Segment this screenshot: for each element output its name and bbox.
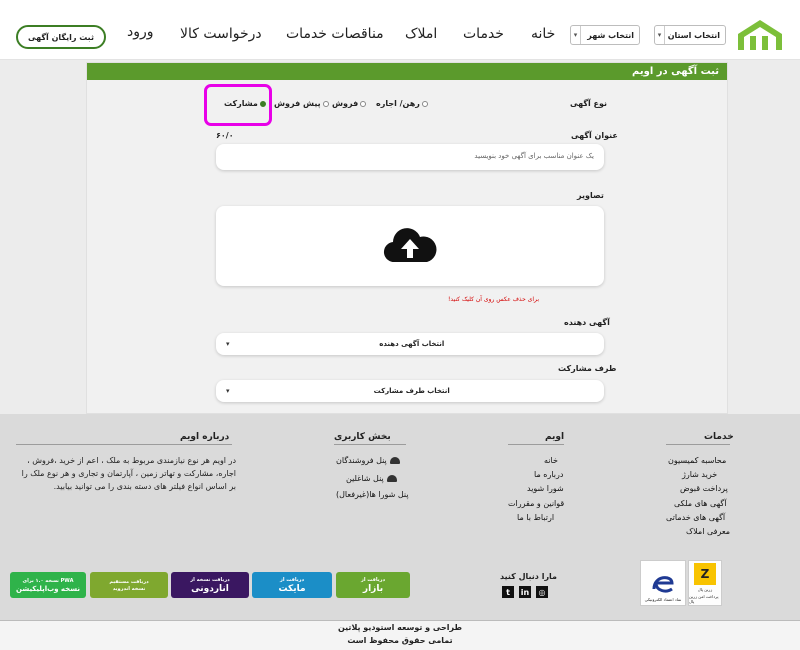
footer-link[interactable]: قوانین و مقررات <box>508 499 564 508</box>
images-label: تصاویر <box>577 191 604 200</box>
instagram-icon[interactable]: ◎ <box>536 586 548 598</box>
form-heading: ثبت آگهی در اویم <box>87 63 727 80</box>
register-ad-button[interactable]: ثبت رایگان آگهی <box>16 25 106 49</box>
title-counter: ۶۰/۰ <box>216 131 234 140</box>
cloud-upload-icon <box>383 228 437 263</box>
footer-link-workers-panel[interactable]: پنل شاغلین <box>346 474 397 483</box>
footer-link[interactable]: پرداخت قبوض <box>680 484 728 493</box>
advertiser-select[interactable]: انتخاب آگهی دهنده ▾ <box>216 333 604 355</box>
divider <box>16 444 232 445</box>
footer-link[interactable]: خرید شارژ <box>682 470 717 479</box>
owim-logo[interactable] <box>736 16 784 52</box>
footer-link-sellers-panel[interactable]: پنل فروشندگان <box>336 456 400 465</box>
footer-link[interactable]: محاسبه کمیسیون <box>668 456 726 465</box>
credits-text: طراحی و توسعه استودیو پلاتین <box>337 623 463 632</box>
footer-link[interactable]: معرفی املاک <box>686 527 730 536</box>
footer-about-text: در اویم هر نوع نیازمندی مربوط به ملک ، ا… <box>21 456 236 491</box>
chevron-down-icon: ▾ <box>655 26 665 44</box>
anardoni-badge[interactable]: دریافت نسخه از اناردونی <box>171 572 249 598</box>
nav-login[interactable]: ورود <box>127 24 154 40</box>
footer-link[interactable]: درباره ما <box>534 470 563 479</box>
advertiser-label: آگهی دهنده <box>564 318 610 327</box>
linkedin-icon[interactable]: in <box>519 586 531 598</box>
partner-select[interactable]: انتخاب طرف مشارکت ▾ <box>216 380 604 402</box>
selection-highlight <box>204 84 272 126</box>
radio-dot <box>360 100 367 107</box>
radio-dot <box>421 100 428 107</box>
pwa-badge[interactable]: نسخه ۱.۰ برای PWA نسخه وب‌اپلیکیشن <box>10 572 86 598</box>
footer-about-title: درباره اویم <box>180 432 230 442</box>
footer-users-title: بخش کاربری <box>334 432 391 442</box>
divider <box>666 444 730 445</box>
twitter-icon[interactable]: t <box>502 586 514 598</box>
footer-link[interactable]: آگهی های خدماتی <box>666 513 725 522</box>
radio-presale[interactable]: پیش فروش <box>274 99 329 108</box>
enamad-trust-badge[interactable]: نماد اعتماد الکترونیکی <box>640 560 686 606</box>
nav-service-tenders[interactable]: مناقصات خدمات <box>286 26 384 42</box>
delete-image-note: برای حذف عکس روی آن کلیک کنید! <box>448 296 540 303</box>
footer-link[interactable]: شورا شوید <box>527 484 564 493</box>
chevron-down-icon: ▾ <box>226 340 230 348</box>
follow-label: مارا دنبال کنید <box>500 572 557 581</box>
copyright-bar: طراحی و توسعه استودیو پلاتین تمامی حقوق … <box>0 620 800 650</box>
footer-owim-title: اویم <box>545 432 565 442</box>
enamad-logo-icon <box>652 576 674 593</box>
nav-home[interactable]: خانه <box>531 26 555 42</box>
radio-rent[interactable]: رهن/ اجاره <box>376 99 428 108</box>
zarinpal-trust-badge[interactable]: Z زرین پال پرداخت امن زرین پال <box>688 560 722 606</box>
partner-label: طرف مشارکت <box>558 364 617 373</box>
ad-type-label: نوع آگهی <box>570 99 608 108</box>
city-select[interactable]: انتخاب شهر ▾ <box>570 25 640 45</box>
radio-dot <box>322 100 329 107</box>
zarinpal-logo-icon: Z <box>694 562 716 585</box>
chevron-down-icon: ▾ <box>571 26 581 44</box>
chevron-down-icon: ▾ <box>226 387 230 395</box>
myket-badge[interactable]: دریافت از مایکت <box>252 572 332 598</box>
footer-link[interactable]: آگهی های ملکی <box>674 499 726 508</box>
nav-services[interactable]: خدمات <box>463 26 504 42</box>
bazaar-badge[interactable]: دریافت از بازار <box>336 572 410 598</box>
footer-link[interactable]: ارتباط با ما <box>517 513 554 522</box>
title-label: عنوان آگهی <box>571 131 618 140</box>
radio-sale[interactable]: فروش <box>332 99 367 108</box>
divider <box>334 444 406 445</box>
divider <box>508 444 564 445</box>
image-upload-area[interactable] <box>216 206 604 286</box>
android-icon <box>386 475 397 482</box>
site-header: انتخاب استان ▾ انتخاب شهر ▾ خانه خدمات ا… <box>0 0 800 60</box>
province-select[interactable]: انتخاب استان ▾ <box>654 25 726 45</box>
ad-title-input[interactable]: یک عنوان مناسب برای آگهی خود بنویسید <box>216 144 604 170</box>
footer-link[interactable]: خانه <box>544 456 558 465</box>
nav-goods-request[interactable]: درخواست کالا <box>180 26 262 42</box>
android-icon <box>389 457 400 464</box>
footer-services-title: خدمات <box>704 432 734 442</box>
rights-text: تمامی حقوق محفوظ است <box>347 636 453 645</box>
direct-download-badge[interactable]: دریافت مستقیم نسخه اندروید <box>90 572 168 598</box>
nav-properties[interactable]: املاک <box>405 26 437 42</box>
footer-link-councils-panel[interactable]: پنل شورا ها(غیرفعال) <box>336 490 409 499</box>
